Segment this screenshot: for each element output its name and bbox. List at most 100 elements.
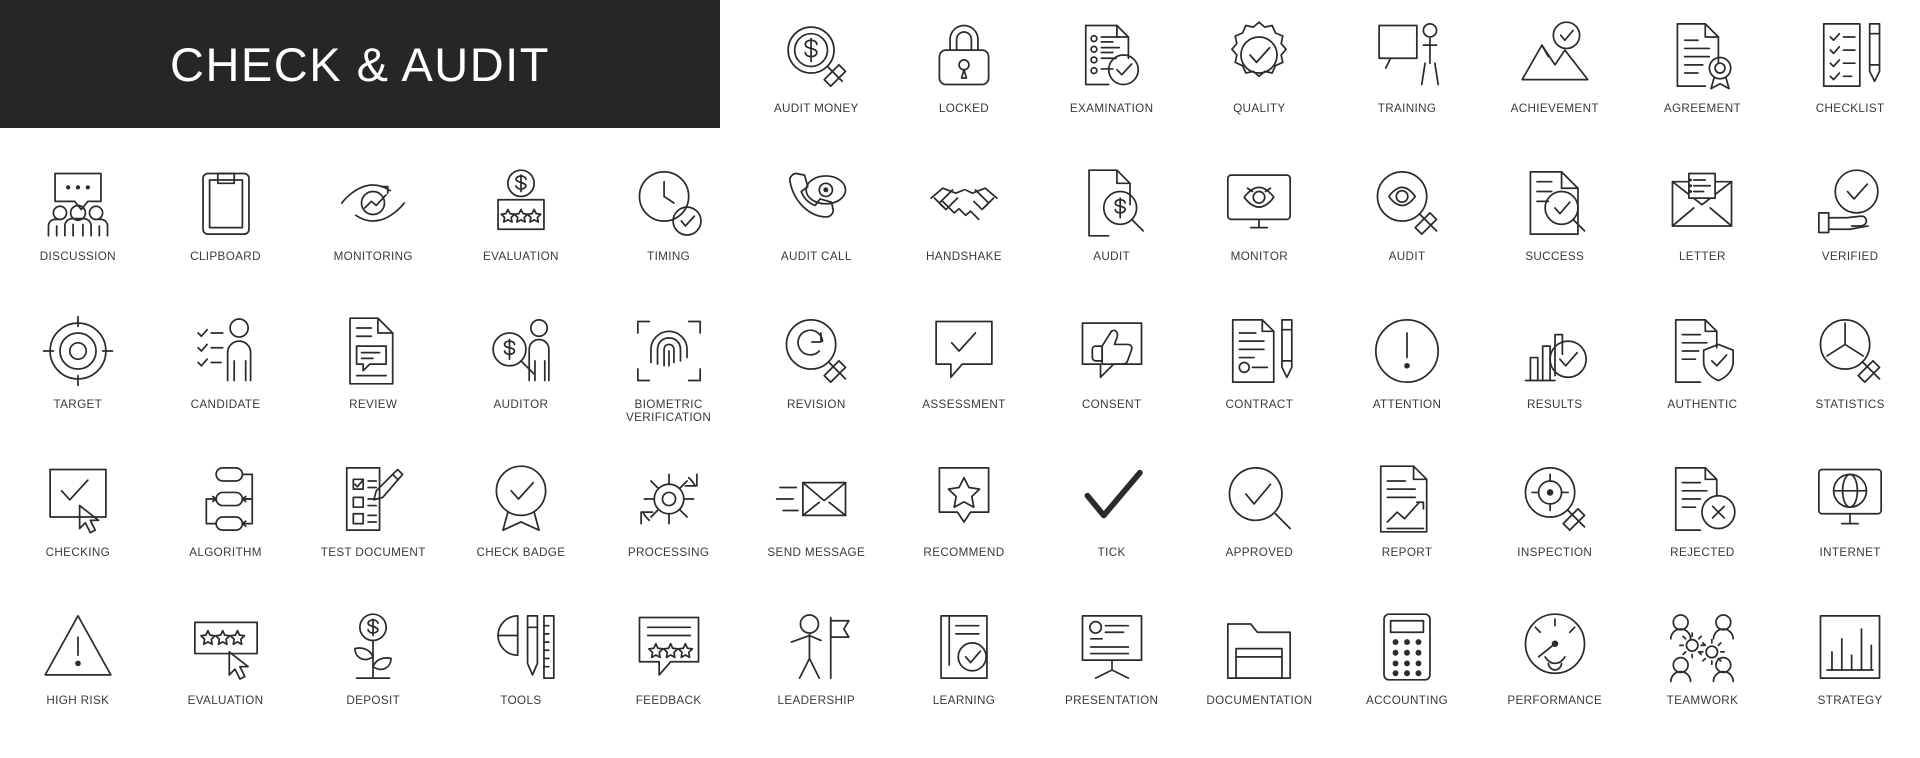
icon-cell-padlock[interactable]: LOCKED [890, 0, 1038, 148]
icon-cell-dollar-stars-rating[interactable]: EVALUATION [447, 148, 595, 296]
icon-cell-magnifier-pie-chart[interactable]: STATISTICS [1776, 296, 1920, 444]
icon-cell-document-shield-check[interactable]: AUTHENTIC [1629, 296, 1777, 444]
icon-cell-check-box-cursor[interactable]: CHECKING [4, 444, 152, 592]
icon-cell-circle-check-magnifier[interactable]: APPROVED [1186, 444, 1334, 592]
magnifier-refresh-icon [775, 310, 857, 392]
icon-cell-phone-eye[interactable]: AUDIT CALL [742, 148, 890, 296]
icon-cell-document-pencil[interactable]: CONTRACT [1186, 296, 1334, 444]
icon-cell-badge-rosette-check[interactable]: QUALITY [1186, 0, 1334, 148]
icon-cell-handshake[interactable]: HANDSHAKE [890, 148, 1038, 296]
document-graph-icon [1366, 458, 1448, 540]
calculator-icon [1366, 606, 1448, 688]
icon-label: ACCOUNTING [1365, 694, 1449, 707]
icon-cell-dollar-plant[interactable]: DEPOSIT [299, 592, 447, 740]
presentation-board-icon [1071, 606, 1153, 688]
icon-cell-envelope-send[interactable]: SEND MESSAGE [742, 444, 890, 592]
magnifier-dollar-icon [775, 14, 857, 96]
icon-cell-gear-refresh[interactable]: PROCESSING [595, 444, 743, 592]
icon-cell-warning-triangle[interactable]: HIGH RISK [4, 592, 152, 740]
icon-cell-book-check[interactable]: LEARNING [890, 592, 1038, 740]
icon-cell-thumbs-up-bubble[interactable]: CONSENT [1038, 296, 1186, 444]
icon-cell-document-cross[interactable]: REJECTED [1629, 444, 1777, 592]
icon-cell-mountain-peak-check[interactable]: ACHIEVEMENT [1481, 0, 1629, 148]
icon-label: INSPECTION [1517, 546, 1593, 559]
person-checklist-icon [185, 310, 267, 392]
icon-cell-team-gears[interactable]: TEAMWORK [1629, 592, 1777, 740]
icon-cell-magnifier-target[interactable]: INSPECTION [1481, 444, 1629, 592]
icon-label: TEST DOCUMENT [320, 546, 426, 559]
icon-cell-person-checklist[interactable]: CANDIDATE [152, 296, 300, 444]
icon-label: REVIEW [349, 398, 398, 411]
clock-check-icon [628, 162, 710, 244]
icon-cell-document-checkbox-pencil[interactable]: TEST DOCUMENT [299, 444, 447, 592]
warning-triangle-icon [37, 606, 119, 688]
icon-cell-award-ribbon-check[interactable]: CHECK BADGE [447, 444, 595, 592]
icon-cell-magnifier-eye[interactable]: AUDIT [1333, 148, 1481, 296]
bar-chart-check-icon [1514, 310, 1596, 392]
icon-cell-presentation-board[interactable]: PRESENTATION [1038, 592, 1186, 740]
envelope-document-icon [1661, 162, 1743, 244]
icon-cell-envelope-document[interactable]: LETTER [1629, 148, 1777, 296]
checklist-pencil-icon [1809, 14, 1891, 96]
icon-cell-fingerprint-scan[interactable]: BIOMETRIC VERIFICATION [595, 296, 743, 444]
icon-cell-document-magnifier-check[interactable]: SUCCESS [1481, 148, 1629, 296]
person-flag-icon [775, 606, 857, 688]
icon-cell-document-comment[interactable]: REVIEW [299, 296, 447, 444]
icon-label: PROCESSING [627, 546, 710, 559]
icon-cell-speedometer-gauge[interactable]: PERFORMANCE [1481, 592, 1629, 740]
document-checkbox-pencil-icon [332, 458, 414, 540]
icon-cell-speech-bubble-check[interactable]: ASSESSMENT [890, 296, 1038, 444]
icon-cell-document-dollar-magnifier[interactable]: AUDIT [1038, 148, 1186, 296]
icon-cell-document-graph[interactable]: REPORT [1333, 444, 1481, 592]
icon-cell-monitor-globe[interactable]: INTERNET [1776, 444, 1920, 592]
icon-cell-people-speech-bubble[interactable]: DISCUSSION [4, 148, 152, 296]
icon-cell-folder[interactable]: DOCUMENTATION [1186, 592, 1334, 740]
icon-cell-target-bullseye[interactable]: TARGET [4, 296, 152, 444]
icon-cell-person-dollar-magnifier[interactable]: AUDITOR [447, 296, 595, 444]
checkmark-icon [1071, 458, 1153, 540]
icon-label: AUDITOR [493, 398, 549, 411]
check-box-cursor-icon [37, 458, 119, 540]
magnifier-pie-chart-icon [1809, 310, 1891, 392]
icon-sheet: CHECK & AUDIT AUDIT MONEY LOCKED EXAMINATI… [0, 0, 1920, 758]
icon-cell-checklist-document-check[interactable]: EXAMINATION [1038, 0, 1186, 148]
icon-label: CLIPBOARD [190, 250, 261, 263]
speedometer-gauge-icon [1514, 606, 1596, 688]
icon-cell-checklist-pencil[interactable]: CHECKLIST [1776, 0, 1920, 148]
icon-cell-checkmark[interactable]: TICK [1038, 444, 1186, 592]
icon-label: QUALITY [1233, 102, 1286, 115]
icon-cell-magnifier-refresh[interactable]: REVISION [742, 296, 890, 444]
icon-cell-document-seal[interactable]: AGREEMENT [1629, 0, 1777, 148]
icon-cell-clock-check[interactable]: TIMING [595, 148, 743, 296]
badge-rosette-check-icon [1218, 14, 1300, 96]
icon-cell-calculator[interactable]: ACCOUNTING [1333, 592, 1481, 740]
icon-cell-star-pin[interactable]: RECOMMEND [890, 444, 1038, 592]
icon-label: TIMING [647, 250, 691, 263]
icon-cell-whiteboard-presenter[interactable]: TRAINING [1333, 0, 1481, 148]
icon-label: CONTRACT [1225, 398, 1294, 411]
icon-cell-exclamation-circle[interactable]: ATTENTION [1333, 296, 1481, 444]
icon-cell-bar-chart-board[interactable]: STRATEGY [1776, 592, 1920, 740]
icon-label: CANDIDATE [190, 398, 261, 411]
icon-cell-clipboard[interactable]: CLIPBOARD [152, 148, 300, 296]
icon-label: AUTHENTIC [1667, 398, 1738, 411]
icon-label: CONSENT [1081, 398, 1142, 411]
icon-cell-speech-bubble-stars[interactable]: FEEDBACK [595, 592, 743, 740]
icon-cell-magnifier-dollar[interactable]: AUDIT MONEY [742, 0, 890, 148]
icon-cell-person-flag[interactable]: LEADERSHIP [742, 592, 890, 740]
icon-cell-hand-check-circle[interactable]: VERIFIED [1776, 148, 1920, 296]
icon-label: SEND MESSAGE [767, 546, 866, 559]
icon-label: MONITOR [1230, 250, 1289, 263]
icon-label: SUCCESS [1525, 250, 1585, 263]
exclamation-circle-icon [1366, 310, 1448, 392]
icon-cell-bar-chart-check[interactable]: RESULTS [1481, 296, 1629, 444]
circle-check-magnifier-icon [1218, 458, 1300, 540]
icon-cell-star-rating-cursor[interactable]: EVALUATION [152, 592, 300, 740]
icon-cell-pencil-ruler[interactable]: TOOLS [447, 592, 595, 740]
icon-label: ATTENTION [1372, 398, 1442, 411]
icon-cell-flowchart-arrows[interactable]: ALGORITHM [152, 444, 300, 592]
person-dollar-magnifier-icon [480, 310, 562, 392]
icon-cell-eye-chart-arrow[interactable]: MONITORING [299, 148, 447, 296]
icon-label: CHECK BADGE [476, 546, 566, 559]
icon-cell-monitor-eye[interactable]: MONITOR [1186, 148, 1334, 296]
